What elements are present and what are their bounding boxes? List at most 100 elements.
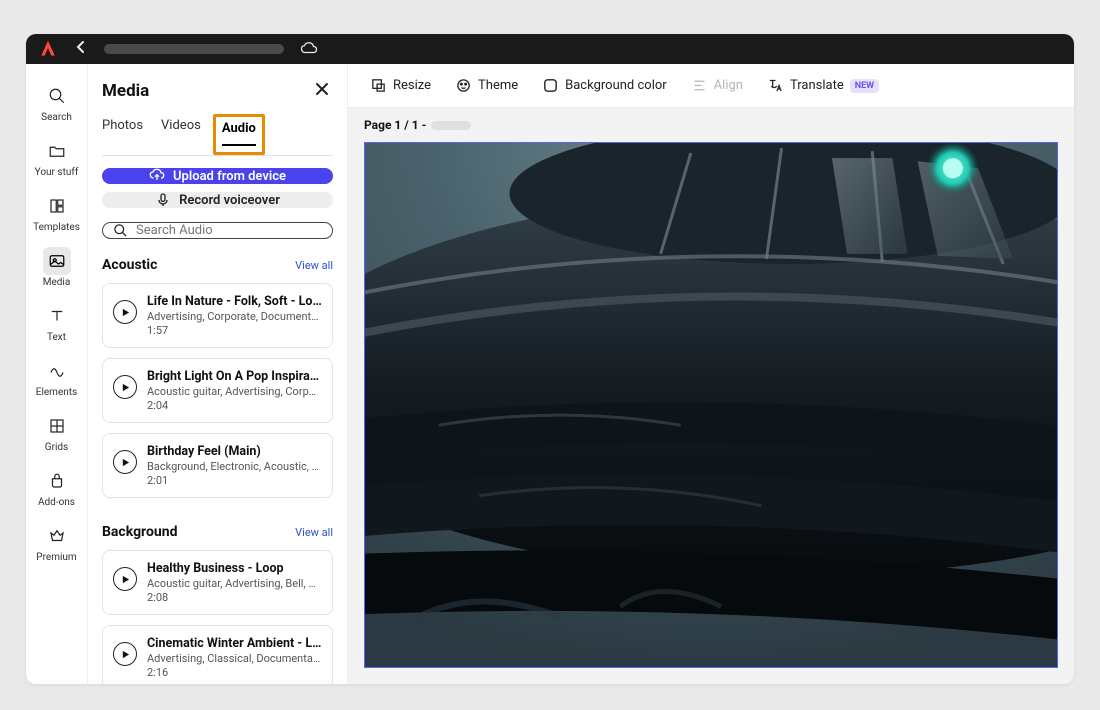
templates-icon: [43, 192, 71, 220]
addons-icon: [43, 467, 71, 495]
rail-your-stuff[interactable]: Your stuff: [32, 133, 82, 182]
section-title: Acoustic: [102, 257, 157, 273]
track-duration: 2:01: [147, 474, 322, 487]
canvas-image: [365, 143, 1057, 667]
rail-label: Add-ons: [38, 497, 75, 508]
stage: [348, 142, 1074, 684]
record-voiceover-button[interactable]: Record voiceover: [102, 192, 333, 208]
track-info: Birthday Feel (Main) Background, Electro…: [147, 444, 322, 487]
play-button[interactable]: [113, 567, 137, 591]
media-panel: Media Photos Videos Audio Upload from de…: [88, 64, 348, 684]
page-indicator: Page 1 / 1 -: [348, 108, 1074, 142]
translate-tool[interactable]: Translate NEW: [759, 71, 887, 100]
track-title: Cinematic Winter Ambient - Loop: [147, 636, 322, 651]
section-head-background: Background View all: [102, 524, 333, 540]
theme-label: Theme: [478, 78, 518, 93]
tab-photos[interactable]: Photos: [102, 118, 143, 155]
search-icon: [43, 82, 71, 110]
record-label: Record voiceover: [179, 193, 280, 208]
track-tags: Background, Electronic, Acoustic, Folk, …: [147, 460, 322, 473]
resize-label: Resize: [393, 78, 431, 93]
rail-label: Media: [43, 277, 71, 288]
rail-search[interactable]: Search: [32, 78, 82, 127]
track-title: Bright Light On A Pop Inspiratio…: [147, 369, 322, 384]
align-label: Align: [714, 78, 743, 93]
track-tags: Acoustic guitar, Advertising, Bell, Corp…: [147, 577, 322, 590]
play-button[interactable]: [113, 450, 137, 474]
rail-label: Templates: [33, 222, 80, 233]
track-title: Birthday Feel (Main): [147, 444, 322, 459]
app-shell: Search Your stuff Templates Media Text E…: [26, 34, 1074, 684]
artboard[interactable]: [364, 142, 1058, 668]
audio-track[interactable]: Birthday Feel (Main) Background, Electro…: [102, 433, 333, 498]
audio-search-box[interactable]: [102, 222, 333, 239]
document-title-placeholder[interactable]: [104, 44, 284, 54]
bg-label: Background color: [565, 78, 667, 93]
translate-label: Translate: [790, 78, 844, 93]
rail-label: Text: [47, 332, 66, 343]
page-label: Page 1 / 1 -: [364, 118, 426, 132]
topbar: [26, 34, 1074, 64]
app-logo[interactable]: [38, 39, 58, 59]
track-info: Life In Nature - Folk, Soft - Loop Adver…: [147, 294, 322, 337]
track-duration: 1:57: [147, 324, 322, 337]
track-info: Bright Light On A Pop Inspiratio… Acoust…: [147, 369, 322, 412]
tab-audio-highlight: Audio: [213, 114, 265, 155]
view-all-link[interactable]: View all: [295, 526, 333, 539]
rail-grids[interactable]: Grids: [32, 408, 82, 457]
page-title-placeholder: [431, 121, 471, 130]
panel-header: Media: [102, 78, 333, 104]
media-tabs: Photos Videos Audio: [102, 118, 333, 156]
grids-icon: [43, 412, 71, 440]
new-badge: NEW: [850, 79, 879, 93]
track-tags: Acoustic guitar, Advertising, Corporate,…: [147, 385, 322, 398]
folder-icon: [43, 137, 71, 165]
track-tags: Advertising, Corporate, Documentary, D…: [147, 310, 322, 323]
premium-icon: [43, 522, 71, 550]
audio-track[interactable]: Healthy Business - Loop Acoustic guitar,…: [102, 550, 333, 615]
media-icon: [43, 247, 71, 275]
tab-audio[interactable]: Audio: [222, 121, 256, 146]
upload-button[interactable]: Upload from device: [102, 168, 333, 184]
canvas-toolbar: Resize Theme Background color Align Tran…: [348, 64, 1074, 108]
play-button[interactable]: [113, 300, 137, 324]
upload-label: Upload from device: [173, 169, 286, 184]
track-title: Life In Nature - Folk, Soft - Loop: [147, 294, 322, 309]
cloud-sync-icon[interactable]: [300, 40, 318, 59]
back-button[interactable]: [70, 39, 92, 59]
section-title: Background: [102, 524, 177, 540]
rail-label: Grids: [45, 442, 68, 453]
rail-media[interactable]: Media: [32, 243, 82, 292]
play-button[interactable]: [113, 642, 137, 666]
rail-label: Premium: [36, 552, 76, 563]
track-duration: 2:16: [147, 666, 322, 679]
audio-track[interactable]: Life In Nature - Folk, Soft - Loop Adver…: [102, 283, 333, 348]
audio-search-input[interactable]: [136, 223, 322, 238]
rail-label: Your stuff: [35, 167, 79, 178]
track-info: Cinematic Winter Ambient - Loop Advertis…: [147, 636, 322, 679]
track-info: Healthy Business - Loop Acoustic guitar,…: [147, 561, 322, 604]
rail-templates[interactable]: Templates: [32, 188, 82, 237]
tab-videos[interactable]: Videos: [161, 118, 201, 155]
elements-icon: [43, 357, 71, 385]
rail-elements[interactable]: Elements: [32, 353, 82, 402]
panel-title: Media: [102, 81, 149, 101]
theme-tool[interactable]: Theme: [447, 71, 526, 100]
rail-premium[interactable]: Premium: [32, 518, 82, 567]
rail-label: Search: [41, 112, 72, 123]
align-tool: Align: [683, 71, 751, 100]
track-tags: Advertising, Classical, Documentary, Dr…: [147, 652, 322, 665]
view-all-link[interactable]: View all: [295, 259, 333, 272]
background-color-tool[interactable]: Background color: [534, 71, 675, 100]
audio-track[interactable]: Bright Light On A Pop Inspiratio… Acoust…: [102, 358, 333, 423]
rail-text[interactable]: Text: [32, 298, 82, 347]
play-button[interactable]: [113, 375, 137, 399]
rail-addons[interactable]: Add-ons: [32, 463, 82, 512]
audio-track[interactable]: Cinematic Winter Ambient - Loop Advertis…: [102, 625, 333, 684]
text-icon: [43, 302, 71, 330]
track-duration: 2:08: [147, 591, 322, 604]
section-head-acoustic: Acoustic View all: [102, 257, 333, 273]
resize-tool[interactable]: Resize: [362, 71, 439, 100]
panel-close-button[interactable]: [311, 78, 333, 104]
canvas-area: Resize Theme Background color Align Tran…: [348, 64, 1074, 684]
